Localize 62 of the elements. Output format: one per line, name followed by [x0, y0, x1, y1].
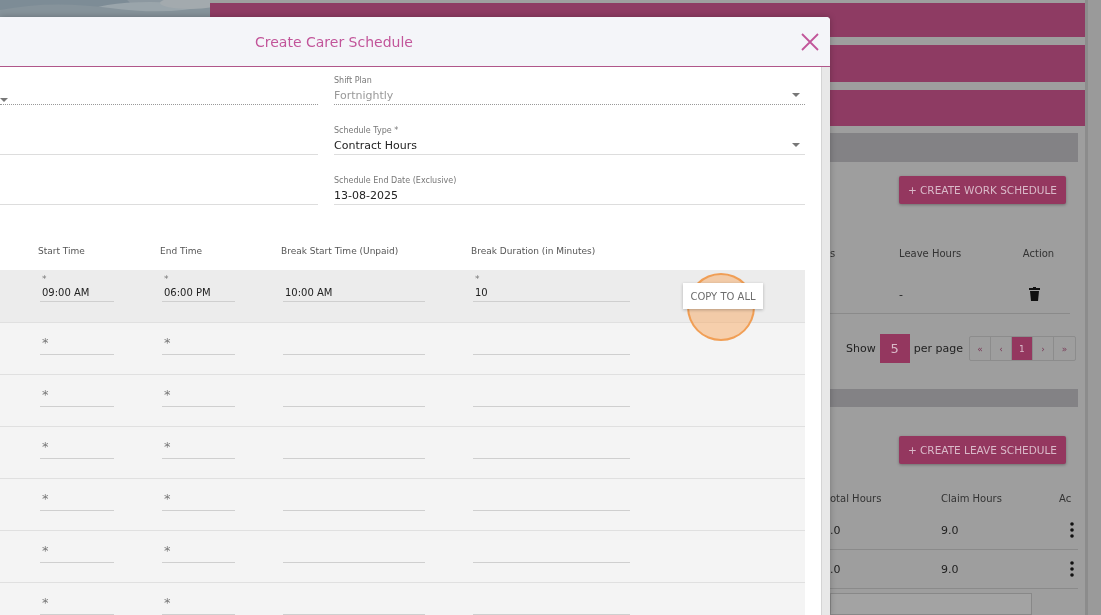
column-header: Break Duration (in Minutes): [471, 246, 597, 256]
table-row[interactable]: * *: [0, 374, 805, 426]
per-page-label: per page: [913, 342, 963, 355]
caret-icon: [0, 98, 8, 102]
page-button[interactable]: »: [1053, 337, 1075, 360]
page-button[interactable]: ‹: [990, 337, 1012, 360]
caret-icon: [792, 143, 800, 147]
dropdown-field[interactable]: Schedule Type * Contract Hours: [334, 125, 805, 155]
time-field[interactable]: 10:00 AM: [283, 274, 425, 302]
table-row[interactable]: * *: [0, 530, 805, 582]
column-header: Leave Hours: [899, 247, 963, 259]
page-button[interactable]: ›: [1032, 337, 1054, 360]
table-cell-text: .0: [830, 523, 842, 537]
column-header: Claim Hours: [941, 492, 1003, 504]
close-icon: [801, 32, 819, 51]
time-field[interactable]: *: [40, 535, 114, 563]
column-header: Action: [1021, 247, 1056, 259]
create-leave-schedule-button[interactable]: + CREATE LEAVE SCHEDULE: [898, 436, 1066, 464]
time-field[interactable]: *: [40, 483, 114, 511]
table-cell-text: -: [899, 287, 904, 301]
show-label: Show: [846, 342, 876, 355]
copy-to-all-button[interactable]: COPY TO ALL: [683, 283, 763, 309]
create-work-schedule-button[interactable]: + CREATE WORK SCHEDULE: [898, 176, 1066, 204]
time-field[interactable]: *: [162, 431, 235, 459]
time-field[interactable]: *: [40, 327, 114, 355]
table-row[interactable]: * *: [0, 478, 805, 530]
dialog-title: Create Carer Schedule: [255, 33, 413, 50]
table-row[interactable]: * *: [0, 322, 805, 374]
time-field[interactable]: *: [162, 483, 235, 511]
date-field[interactable]: Schedule End Date (Exclusive) 13-08-2025: [334, 175, 805, 205]
table-cell-text: .0: [830, 562, 842, 576]
table-row[interactable]: * *: [0, 426, 805, 478]
kebab-menu-icon: [1070, 522, 1074, 538]
dropdown-field: Shift Plan Fortnightly: [334, 75, 805, 105]
table-cell-text: 9.0: [941, 523, 960, 537]
caret-icon: [792, 93, 800, 97]
time-field[interactable]: *: [162, 379, 235, 407]
time-field[interactable]: *: [40, 431, 114, 459]
column-header: Ac: [1059, 492, 1073, 504]
column-header: otal Hours: [830, 492, 883, 504]
time-field[interactable]: *: [40, 379, 114, 407]
table-row[interactable]: * 09:00 AM * 06:00 PM 10:00 AM * 10 COPY TO ALL: [0, 270, 805, 322]
table-cell-text: 9.0: [941, 562, 960, 576]
time-field[interactable]: * 06:00 PM: [162, 274, 235, 302]
kebab-menu-icon: [1070, 561, 1074, 577]
trash-icon: [1029, 287, 1040, 301]
close-button[interactable]: [801, 32, 819, 51]
time-field[interactable]: *: [40, 587, 114, 615]
time-field[interactable]: * 10: [473, 274, 630, 302]
page-button[interactable]: «: [969, 337, 991, 360]
page-button[interactable]: 1: [1011, 337, 1033, 360]
table-row[interactable]: * *: [0, 582, 805, 615]
column-header: Start Time: [38, 246, 86, 256]
scrollbar[interactable]: [1085, 0, 1101, 615]
page-size-field[interactable]: 5: [879, 334, 910, 363]
column-header: s: [830, 247, 837, 259]
time-field[interactable]: *: [162, 535, 235, 563]
column-header: End Time: [160, 246, 203, 256]
time-field[interactable]: *: [162, 587, 235, 615]
time-field[interactable]: *: [162, 327, 235, 355]
time-field[interactable]: * 09:00 AM: [40, 274, 114, 302]
column-header: Break Start Time (Unpaid): [281, 246, 400, 256]
